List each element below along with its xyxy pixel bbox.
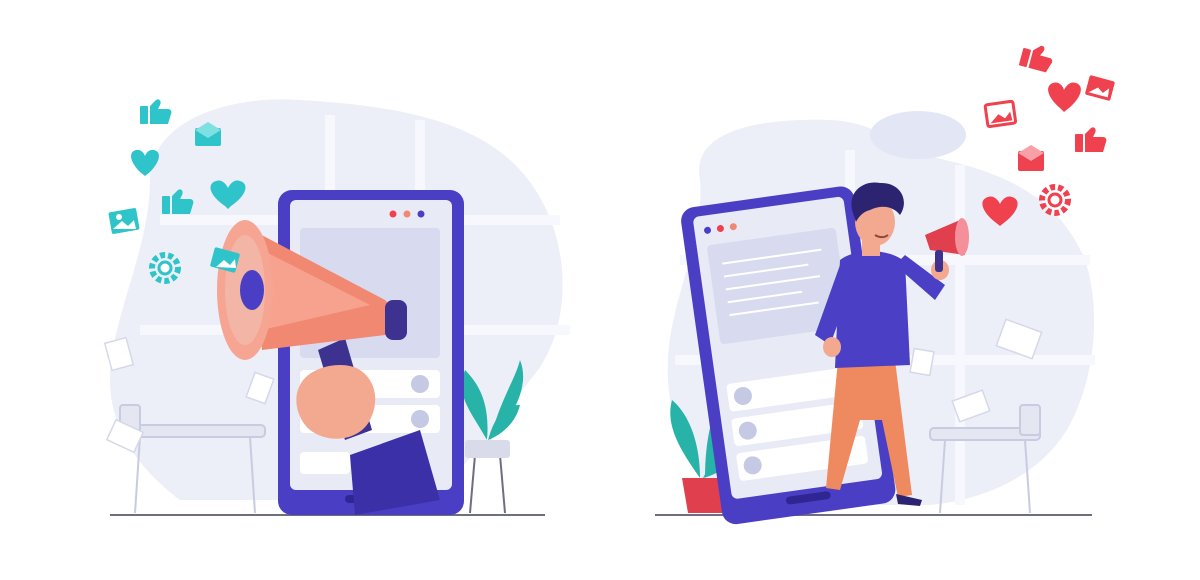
image-icon	[1085, 75, 1115, 101]
right-scene	[655, 45, 1115, 525]
left-hand	[296, 365, 376, 439]
thumbs-up-icon	[140, 99, 172, 124]
man-shirt	[835, 251, 910, 368]
mail-icon	[1018, 145, 1044, 171]
illustration-stage	[0, 0, 1200, 580]
thumbs-up-icon	[1019, 45, 1053, 73]
social-media-marketing-illustration	[103, 45, 1115, 525]
right-small-blob	[870, 111, 966, 159]
image-icon	[108, 208, 140, 234]
image-icon	[983, 99, 1018, 129]
thumbs-up-icon	[1075, 127, 1107, 152]
left-scene	[103, 99, 570, 516]
heart-icon	[1048, 82, 1081, 112]
